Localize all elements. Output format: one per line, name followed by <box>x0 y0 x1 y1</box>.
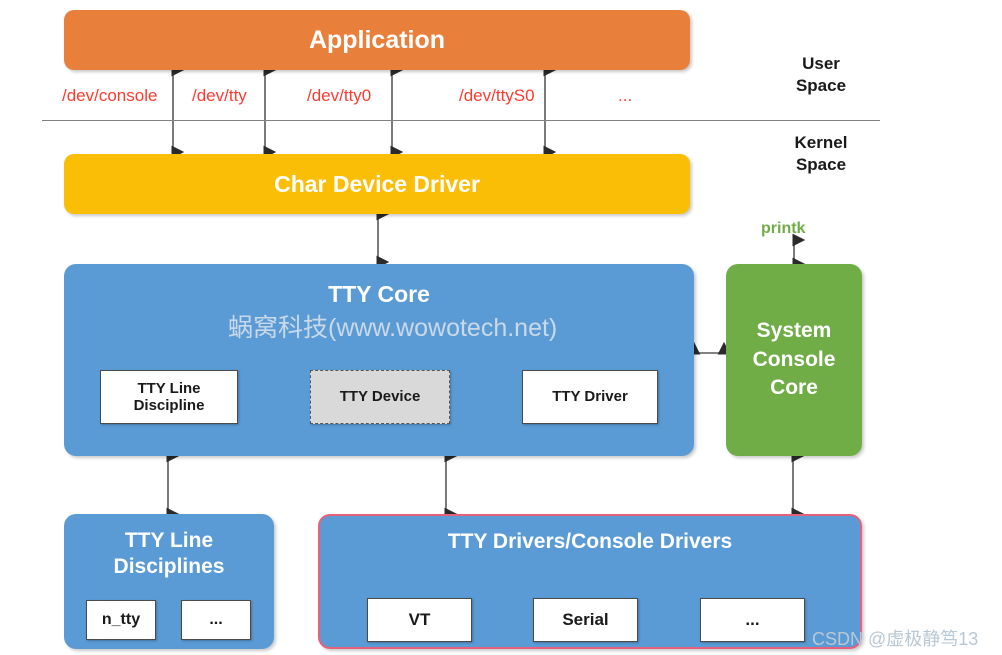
device-path-tty: /dev/tty <box>192 86 247 105</box>
tty-core-label: TTY Core <box>328 281 430 307</box>
tty-device-label: TTY Device <box>339 388 421 406</box>
n-tty-label: n_tty <box>101 610 141 628</box>
line-discipline-ellipsis-label: ... <box>209 610 223 628</box>
device-path-ellipsis: ... <box>618 86 633 105</box>
char-device-driver-label: Char Device Driver <box>274 170 480 197</box>
printk-label: printk <box>761 220 806 237</box>
serial-box: Serial <box>533 598 638 642</box>
tty-driver-label: TTY Driver <box>552 388 628 406</box>
tty-drivers-console-drivers-label: TTY Drivers/Console Drivers <box>447 530 733 553</box>
user-space-label: User Space <box>795 54 847 96</box>
line-discipline-ellipsis-box: ... <box>181 600 251 640</box>
tty-device-box: TTY Device <box>310 370 450 424</box>
watermark-csdn: CSDN @虚极静笃13 <box>812 629 979 649</box>
tty-core-block: TTY Core <box>64 264 694 456</box>
tty-line-discipline-label: TTY Line Discipline <box>133 379 205 414</box>
tty-line-disciplines-label: TTY Line Disciplines <box>113 529 225 579</box>
n-tty-box: n_tty <box>86 600 156 640</box>
serial-label: Serial <box>562 610 609 630</box>
tty-driver-box: TTY Driver <box>522 370 658 424</box>
driver-ellipsis-label: ... <box>745 610 760 630</box>
device-path-tty0: /dev/tty0 <box>307 86 372 105</box>
device-path-console: /dev/console <box>62 86 158 105</box>
application-block: Application <box>64 10 690 70</box>
vt-box: VT <box>367 598 472 642</box>
user-kernel-divider <box>42 120 880 121</box>
driver-ellipsis-box: ... <box>700 598 805 642</box>
device-path-ttys0: /dev/ttyS0 <box>459 86 535 105</box>
diagram-canvas: Application /dev/console /dev/tty /dev/t… <box>0 0 1002 655</box>
tty-line-discipline-box: TTY Line Discipline <box>100 370 238 424</box>
system-console-core-label: System Console Core <box>752 319 836 400</box>
vt-label: VT <box>408 610 431 630</box>
kernel-space-label: Kernel Space <box>794 133 848 175</box>
watermark-center: 蜗窝科技(www.wowotech.net) <box>228 314 558 342</box>
char-device-driver-block: Char Device Driver <box>64 154 690 214</box>
system-console-core-block: System Console Core <box>726 264 862 456</box>
application-label: Application <box>308 25 446 54</box>
